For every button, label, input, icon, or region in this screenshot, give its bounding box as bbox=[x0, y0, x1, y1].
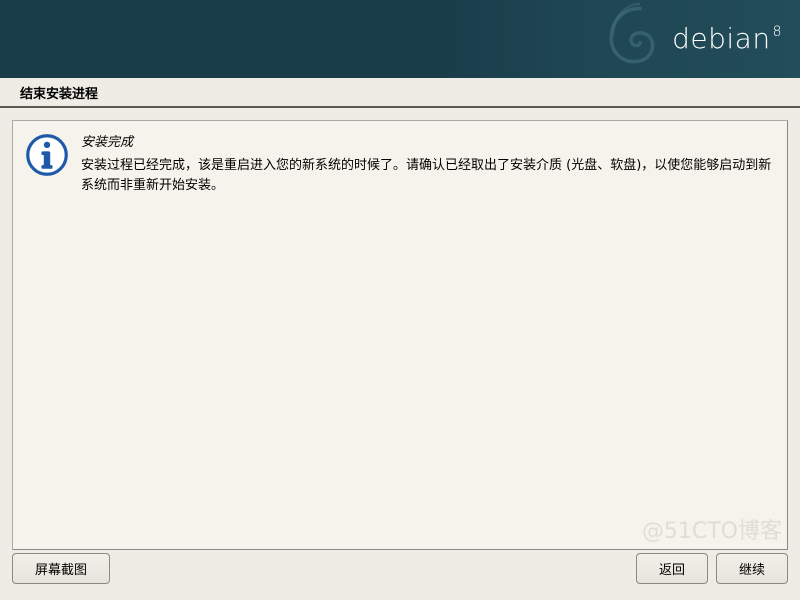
bottom-bar: 屏幕截图 返回 继续 bbox=[12, 553, 788, 584]
content-panel: 安装完成 安装过程已经完成，该是重启进入您的新系统的时候了。请确认已经取出了安装… bbox=[12, 120, 788, 550]
continue-button[interactable]: 继续 bbox=[716, 553, 788, 584]
back-button[interactable]: 返回 bbox=[636, 553, 708, 584]
message-title: 安装完成 bbox=[81, 131, 775, 150]
brand-logo-text: debian8 bbox=[672, 22, 780, 55]
main-area: 安装完成 安装过程已经完成，该是重启进入您的新系统的时候了。请确认已经取出了安装… bbox=[0, 108, 800, 562]
installer-banner: debian8 bbox=[0, 0, 800, 78]
screenshot-button[interactable]: 屏幕截图 bbox=[12, 553, 110, 584]
message-body: 安装过程已经完成，该是重启进入您的新系统的时候了。请确认已经取出了安装介质 (光… bbox=[81, 156, 775, 195]
brand-name: debian bbox=[672, 22, 770, 55]
step-title: 结束安装进程 bbox=[20, 83, 98, 102]
step-header: 结束安装进程 bbox=[0, 78, 800, 108]
info-icon bbox=[25, 133, 69, 181]
message-block: 安装完成 安装过程已经完成，该是重启进入您的新系统的时候了。请确认已经取出了安装… bbox=[81, 131, 775, 195]
brand-version: 8 bbox=[773, 24, 782, 40]
nav-buttons: 返回 继续 bbox=[636, 553, 788, 584]
